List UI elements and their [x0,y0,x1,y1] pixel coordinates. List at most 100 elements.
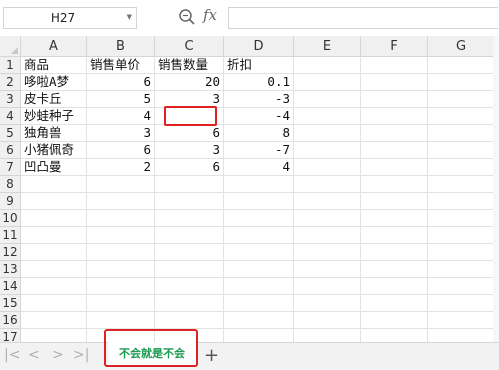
grid-cell[interactable] [428,312,495,329]
grid-cell[interactable] [294,312,361,329]
grid-cell[interactable] [294,278,361,295]
grid-cell[interactable] [224,244,294,261]
grid-cell[interactable] [155,244,224,261]
grid-cell[interactable] [224,261,294,278]
grid-cell[interactable] [224,210,294,227]
grid-cell[interactable] [428,125,495,142]
grid-cell[interactable] [87,261,155,278]
grid-cell[interactable] [87,312,155,329]
grid-cell[interactable] [294,329,361,342]
row-header[interactable]: 4 [0,108,21,125]
grid-cell[interactable] [428,295,495,312]
data-cell-qty[interactable]: 3 [155,142,224,159]
grid-cell[interactable] [224,312,294,329]
grid-cell[interactable] [361,91,428,108]
grid-cell[interactable] [155,227,224,244]
grid-cell[interactable] [428,142,495,159]
grid-cell[interactable] [155,295,224,312]
grid-cell[interactable] [87,295,155,312]
column-header-f[interactable]: F [361,36,428,57]
data-cell-name[interactable]: 妙蛙种子 [21,108,87,125]
column-title-cell[interactable]: 销售单价 [87,57,155,74]
grid-cell[interactable] [294,57,361,74]
grid-cell[interactable] [21,176,87,193]
grid-cell[interactable] [224,227,294,244]
column-header-c[interactable]: C [155,36,224,57]
grid-cell[interactable] [294,125,361,142]
row-header[interactable]: 14 [0,278,21,295]
grid-cell[interactable] [155,278,224,295]
grid-cell[interactable] [361,176,428,193]
grid-cell[interactable] [294,227,361,244]
row-header[interactable]: 17 [0,329,21,342]
row-header[interactable]: 10 [0,210,21,227]
row-header[interactable]: 15 [0,295,21,312]
formula-input[interactable] [228,7,498,29]
grid-cell[interactable] [294,159,361,176]
grid-cell[interactable] [87,193,155,210]
grid-cell[interactable] [21,312,87,329]
data-cell-discount[interactable]: 0.1 [224,74,294,91]
grid-cell[interactable] [21,261,87,278]
row-header[interactable]: 8 [0,176,21,193]
grid-cell[interactable] [294,108,361,125]
row-header[interactable]: 5 [0,125,21,142]
grid-cell[interactable] [428,329,495,342]
data-cell-discount[interactable]: -3 [224,91,294,108]
grid-cell[interactable] [361,312,428,329]
grid-cell[interactable] [224,193,294,210]
grid-cell[interactable] [428,227,495,244]
grid-cell[interactable] [428,91,495,108]
column-header-g[interactable]: G [428,36,495,57]
data-cell-qty[interactable]: 20 [155,74,224,91]
grid-cell[interactable] [428,74,495,91]
data-cell-price[interactable]: 6 [87,142,155,159]
grid-cell[interactable] [428,261,495,278]
last-sheet-button[interactable]: >| [73,347,89,363]
grid-cell[interactable] [361,159,428,176]
grid-cell[interactable] [361,244,428,261]
grid-cell[interactable] [294,295,361,312]
grid-cell[interactable] [87,176,155,193]
grid-cell[interactable] [294,244,361,261]
grid-cell[interactable] [361,74,428,91]
prev-sheet-button[interactable]: < [28,347,40,363]
grid-cell[interactable] [361,125,428,142]
column-title-cell[interactable]: 销售数量 [155,57,224,74]
grid-cell[interactable] [21,295,87,312]
data-cell-price[interactable]: 5 [87,91,155,108]
vertical-scrollbar[interactable] [493,36,499,342]
data-cell-name[interactable]: 独角兽 [21,125,87,142]
grid-cell[interactable] [361,108,428,125]
grid-cell[interactable] [361,193,428,210]
grid-cell[interactable] [155,261,224,278]
grid-cell[interactable] [87,227,155,244]
grid-cell[interactable] [428,193,495,210]
grid-cell[interactable] [361,57,428,74]
grid-cell[interactable] [361,278,428,295]
grid-cell[interactable] [87,278,155,295]
grid-cell[interactable] [361,227,428,244]
grid-cell[interactable] [87,210,155,227]
chevron-down-icon[interactable]: ▼ [127,13,132,21]
data-cell-name[interactable]: 小猪佩奇 [21,142,87,159]
column-header-e[interactable]: E [294,36,361,57]
data-cell-discount[interactable]: -7 [224,142,294,159]
data-cell-qty[interactable]: 6 [155,125,224,142]
grid-cell[interactable] [361,295,428,312]
grid-cell[interactable] [294,142,361,159]
grid-cell[interactable] [361,142,428,159]
row-header[interactable]: 2 [0,74,21,91]
data-cell-discount[interactable]: -4 [224,108,294,125]
grid-cell[interactable] [294,176,361,193]
row-header[interactable]: 6 [0,142,21,159]
data-cell-price[interactable]: 2 [87,159,155,176]
column-title-cell[interactable]: 商品 [21,57,87,74]
grid-cell[interactable] [294,74,361,91]
grid-cell[interactable] [294,261,361,278]
grid-cell[interactable] [428,57,495,74]
grid-cell[interactable] [155,210,224,227]
grid-cell[interactable] [21,278,87,295]
row-header[interactable]: 13 [0,261,21,278]
row-header[interactable]: 11 [0,227,21,244]
